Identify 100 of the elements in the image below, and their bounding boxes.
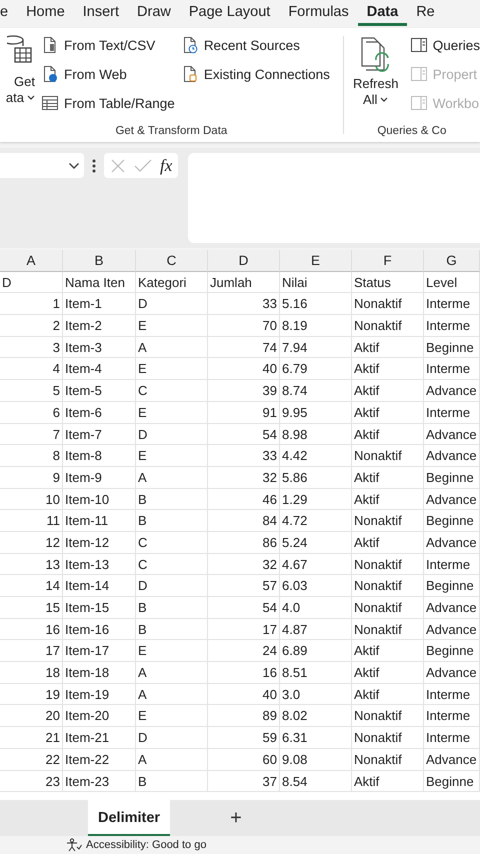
table-cell: D (136, 727, 208, 749)
table-cell: Interme (424, 293, 480, 316)
table-cell: 9.08 (280, 748, 352, 770)
table-cell: B (136, 618, 208, 640)
table-cell: 1.29 (280, 488, 352, 510)
table-cell: Item-5 (63, 380, 136, 402)
cancel-icon[interactable] (110, 158, 126, 174)
insert-function-button[interactable]: fx (160, 156, 172, 176)
column-header[interactable]: D (208, 250, 280, 272)
document-globe-icon (41, 65, 59, 83)
table-cell: 5.24 (280, 532, 352, 554)
table-cell: E (136, 402, 208, 424)
table-cell: 74 (208, 336, 280, 358)
table-cell: Item-14 (63, 575, 136, 597)
table-cell: C (136, 380, 208, 402)
table-cell: A (136, 684, 208, 706)
table-cell: Item-10 (63, 488, 136, 510)
ribbon-tab[interactable]: Draw (128, 0, 180, 26)
table-cell: Nonaktif (352, 705, 424, 728)
check-icon[interactable] (134, 158, 152, 174)
ribbon-command[interactable]: Queries (410, 34, 480, 56)
ribbon-command[interactable]: From Text/CSV (41, 34, 175, 56)
add-sheet-button[interactable]: + (230, 806, 242, 830)
column-header[interactable]: B (63, 250, 136, 272)
table-cell: E (136, 705, 208, 728)
ribbon-tab[interactable]: e (0, 0, 18, 26)
table-cell: 8.74 (280, 380, 352, 402)
table-cell: 32 (208, 466, 280, 489)
table-cell: 22 (0, 748, 63, 770)
table-cell: 57 (208, 575, 280, 597)
ribbon-command[interactable]: Recent Sources (180, 34, 330, 56)
table-cell: Item-21 (63, 727, 136, 749)
table-cell: Item-6 (63, 402, 136, 424)
table-cell: Nonaktif (352, 315, 424, 337)
table-cell: 21 (0, 727, 63, 749)
table-cell: 23 (0, 770, 63, 792)
table-cell: Item-22 (63, 748, 136, 770)
table-cell: Item-7 (63, 424, 136, 446)
table-cell: Item-16 (63, 618, 136, 640)
column-header[interactable]: G (424, 250, 480, 272)
table-cell: 11 (0, 510, 63, 532)
table-cell: Beginne (424, 770, 480, 792)
table-cell: 7 (0, 424, 63, 446)
table-cell: 46 (208, 488, 280, 510)
table-cell: Nonaktif (352, 293, 424, 316)
table-cell: Item-8 (63, 445, 136, 467)
table-cell: 6 (0, 402, 63, 424)
table-cell: Aktif (352, 380, 424, 402)
caret-icon (380, 97, 388, 103)
table-cell: 54 (208, 424, 280, 446)
table-cell: Aktif (352, 402, 424, 424)
ribbon-command[interactable]: From Table/Range (41, 92, 175, 114)
ribbon-tab[interactable]: Insert (74, 0, 128, 26)
column-header[interactable]: A (0, 250, 63, 272)
ribbon-tab[interactable]: Re (407, 0, 444, 26)
table-cell: Advance (424, 445, 480, 467)
table-cell: Advance (424, 748, 480, 770)
table-cell: Advance (424, 597, 480, 619)
table-cell: 89 (208, 705, 280, 728)
table-cell: Nonaktif (352, 597, 424, 619)
more-icon[interactable] (92, 159, 96, 173)
ribbon-tab[interactable]: Home (17, 0, 74, 26)
refresh-all-button[interactable]: Refresh All (348, 34, 404, 125)
table-cell: Advance (424, 532, 480, 554)
column-header[interactable]: C (136, 250, 208, 272)
column-header[interactable]: F (352, 250, 424, 272)
get-data-button[interactable]: Get ata (1, 34, 35, 125)
ribbon-tab[interactable]: Page Layout (180, 0, 280, 26)
table-cell: D (136, 424, 208, 446)
table-cell: 32 (208, 554, 280, 576)
table-cell: 8.02 (280, 705, 352, 728)
caret-icon (27, 95, 35, 101)
table-cell: 60 (208, 748, 280, 770)
accessibility-icon (66, 838, 82, 852)
table-cell: 9.95 (280, 402, 352, 424)
table-cell: B (136, 770, 208, 792)
group-label: Get & Transform Data (114, 125, 228, 139)
table-cell: 18 (0, 662, 63, 684)
table-cell: 91 (208, 402, 280, 424)
table-cell: Nonaktif (352, 618, 424, 640)
table-cell: 14 (0, 575, 63, 597)
name-box[interactable] (0, 153, 84, 178)
ribbon-command[interactable]: From Web (41, 63, 175, 85)
table-cell: Kategori (136, 272, 208, 294)
ribbon-tab[interactable]: Formulas (279, 0, 358, 26)
table-cell: 2 (0, 315, 63, 337)
table-cell: E (136, 358, 208, 380)
ribbon-command[interactable]: Existing Connections (180, 63, 330, 85)
table-cell: Beginne (424, 640, 480, 662)
table-cell: D (0, 272, 63, 294)
group-label: Queries & Co (376, 125, 448, 139)
table-cell: Jumlah (208, 272, 280, 294)
table-cell: 10 (0, 488, 63, 510)
table-cell: 3.0 (280, 684, 352, 706)
table-cell: 5.86 (280, 466, 352, 489)
column-header[interactable]: E (280, 250, 352, 272)
table-cell: Interme (424, 705, 480, 728)
table-cell: Aktif (352, 684, 424, 706)
table-cell: 24 (208, 640, 280, 662)
sheet-tab[interactable]: Delimiter (88, 800, 170, 836)
